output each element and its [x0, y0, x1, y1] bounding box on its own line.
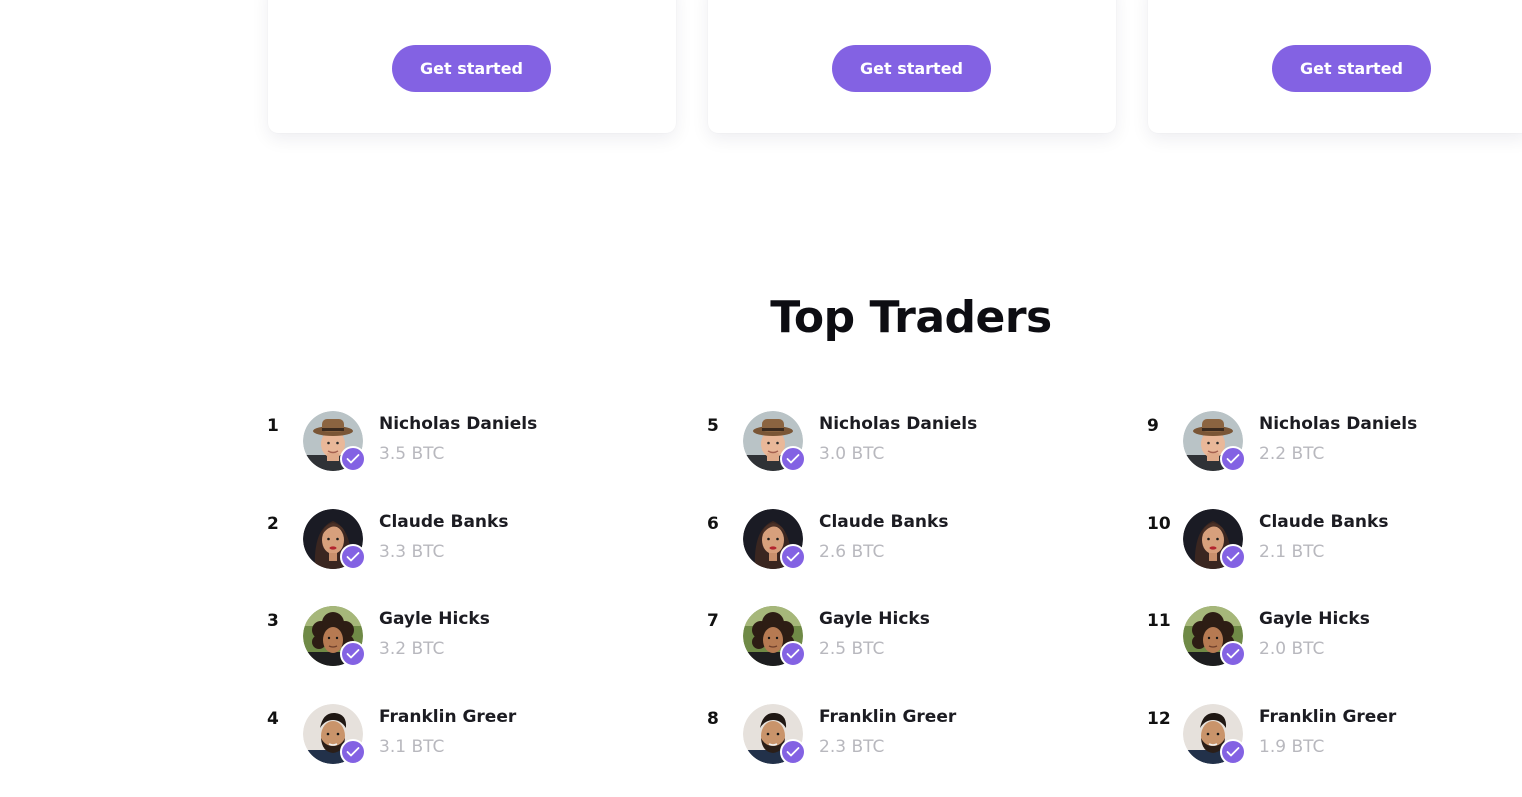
trader-item[interactable]: 3 Gayle Hicks 3.2 BTC [267, 603, 627, 701]
avatar-curly-hair [303, 606, 366, 668]
trader-name: Gayle Hicks [1259, 609, 1370, 630]
trader-rank: 1 [267, 416, 279, 436]
trader-item[interactable]: 9 Nicholas Daniels 2.2 BTC [1147, 408, 1507, 506]
get-started-button[interactable]: Get started [392, 45, 551, 92]
check-icon [780, 738, 806, 765]
trader-rank: 10 [1147, 513, 1171, 534]
traders-column: 1 Nicholas Daniels 3.5 BTC 2 Claude Bank… [267, 408, 627, 797]
trader-rank: 3 [267, 611, 279, 632]
check-icon [780, 641, 806, 668]
avatar-woman-dark-hair [1183, 508, 1246, 570]
section-title: Top Traders [770, 292, 1052, 343]
avatar-man-beard [1183, 703, 1246, 765]
page: Get started Get started Get started Top … [0, 0, 1522, 797]
trader-item[interactable]: 6 Claude Banks 2.6 BTC [707, 506, 1067, 604]
trader-item[interactable]: 11 Gayle Hicks 2.0 BTC [1147, 603, 1507, 701]
trader-item[interactable]: 8 Franklin Greer 2.3 BTC [707, 701, 1067, 797]
trader-rank: 12 [1147, 708, 1171, 729]
trader-amount: 3.5 BTC [379, 444, 445, 464]
avatar-woman-dark-hair [743, 508, 806, 570]
trader-amount: 3.2 BTC [379, 639, 445, 660]
check-icon [340, 543, 366, 570]
get-started-button[interactable]: Get started [832, 45, 991, 92]
avatar-curly-hair [743, 606, 806, 668]
trader-amount: 2.0 BTC [1259, 639, 1325, 660]
trader-amount: 2.1 BTC [1259, 541, 1325, 562]
trader-rank: 7 [707, 611, 719, 632]
trader-name: Claude Banks [1259, 511, 1389, 532]
pricing-card: Get started [708, 0, 1116, 133]
trader-item[interactable]: 10 Claude Banks 2.1 BTC [1147, 506, 1507, 604]
trader-rank: 9 [1147, 416, 1159, 436]
trader-name: Nicholas Daniels [819, 414, 978, 434]
trader-amount: 2.5 BTC [819, 639, 885, 660]
trader-rank: 4 [267, 708, 279, 729]
traders-column: 5 Nicholas Daniels 3.0 BTC 6 Claude Bank… [707, 408, 1067, 797]
trader-item[interactable]: 5 Nicholas Daniels 3.0 BTC [707, 408, 1067, 506]
trader-amount: 2.2 BTC [1259, 444, 1325, 464]
pricing-card: Get started [1148, 0, 1522, 133]
trader-name: Gayle Hicks [819, 609, 930, 630]
check-icon [1220, 543, 1246, 570]
trader-item[interactable]: 2 Claude Banks 3.3 BTC [267, 506, 627, 604]
trader-amount: 3.3 BTC [379, 541, 445, 562]
trader-name: Nicholas Daniels [1259, 414, 1418, 434]
trader-rank: 8 [707, 708, 719, 729]
check-icon [1220, 446, 1246, 472]
trader-rank: 2 [267, 513, 279, 534]
trader-item[interactable]: 12 Franklin Greer 1.9 BTC [1147, 701, 1507, 797]
trader-name: Gayle Hicks [379, 609, 490, 630]
check-icon [340, 446, 366, 472]
check-icon [780, 543, 806, 570]
avatar-man-beard [303, 703, 366, 765]
check-icon [780, 446, 806, 472]
check-icon [1220, 641, 1246, 668]
trader-amount: 3.0 BTC [819, 444, 885, 464]
trader-item[interactable]: 4 Franklin Greer 3.1 BTC [267, 701, 627, 797]
check-icon [340, 641, 366, 668]
trader-item[interactable]: 1 Nicholas Daniels 3.5 BTC [267, 408, 627, 506]
trader-rank: 11 [1147, 611, 1171, 632]
traders-column: 9 Nicholas Daniels 2.2 BTC 10 Claude Ban… [1147, 408, 1507, 797]
get-started-button[interactable]: Get started [1272, 45, 1431, 92]
trader-amount: 2.6 BTC [819, 541, 885, 562]
trader-name: Claude Banks [379, 511, 509, 532]
avatar-man-hat [303, 411, 366, 472]
trader-rank: 5 [707, 416, 719, 436]
check-icon [340, 738, 366, 765]
avatar-curly-hair [1183, 606, 1246, 668]
trader-amount: 3.1 BTC [379, 736, 445, 757]
trader-rank: 6 [707, 513, 719, 534]
avatar-man-hat [743, 411, 806, 472]
avatar-woman-dark-hair [303, 508, 366, 570]
trader-name: Claude Banks [819, 511, 949, 532]
pricing-card: Get started [268, 0, 676, 133]
trader-name: Franklin Greer [379, 706, 517, 727]
trader-item[interactable]: 7 Gayle Hicks 2.5 BTC [707, 603, 1067, 701]
trader-amount: 1.9 BTC [1259, 736, 1325, 757]
avatar-man-hat [1183, 411, 1246, 472]
trader-amount: 2.3 BTC [819, 736, 885, 757]
trader-name: Franklin Greer [819, 706, 957, 727]
trader-name: Franklin Greer [1259, 706, 1397, 727]
trader-name: Nicholas Daniels [379, 414, 538, 434]
check-icon [1220, 738, 1246, 765]
avatar-man-beard [743, 703, 806, 765]
